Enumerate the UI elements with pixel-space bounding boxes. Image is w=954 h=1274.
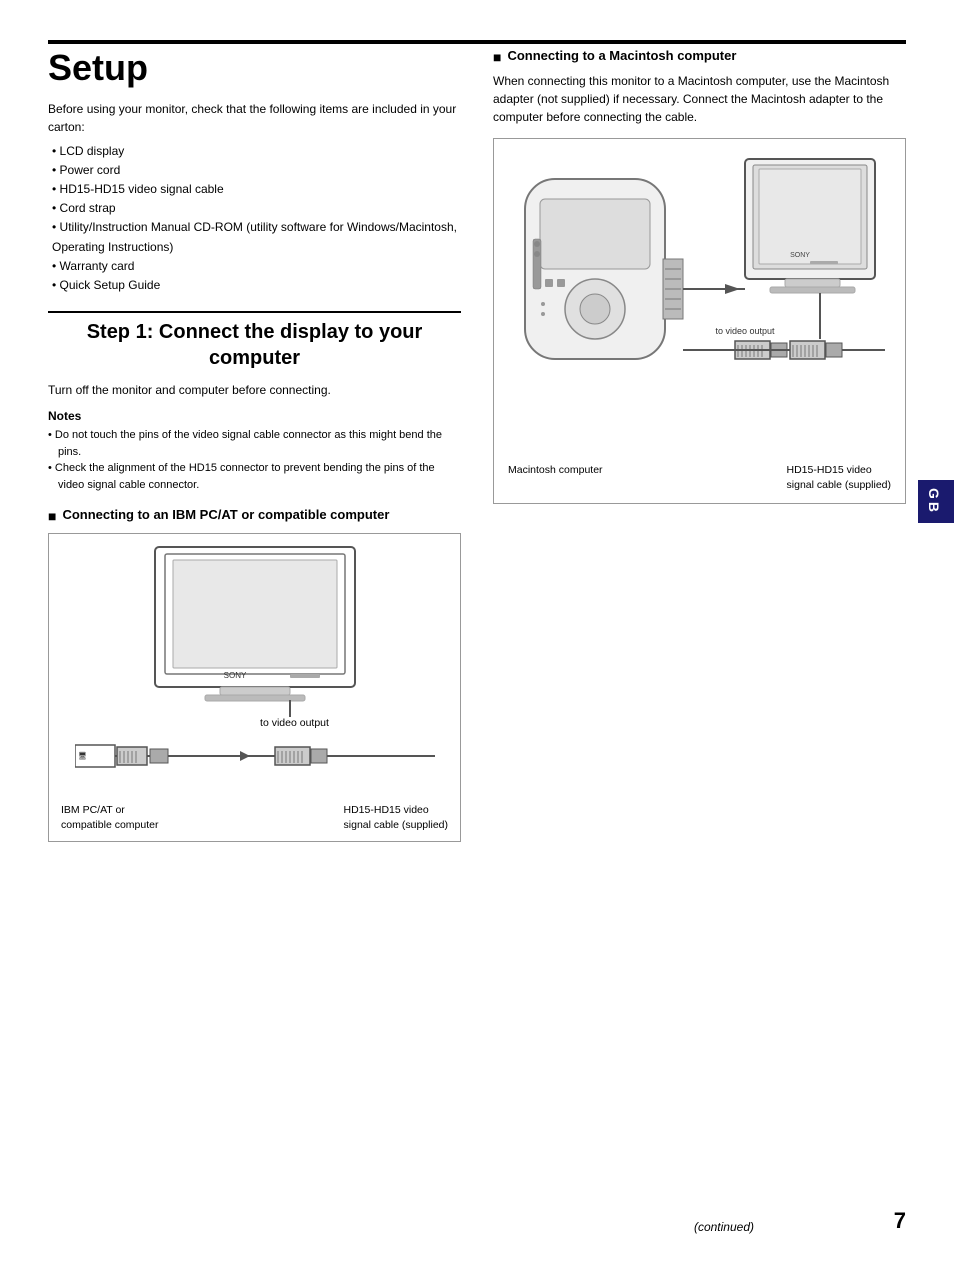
mac-diagram: SONY <box>504 149 895 492</box>
page: Setup Before using your monitor, check t… <box>0 0 954 1274</box>
ibm-monitor-svg: SONY <box>135 542 375 717</box>
svg-text:SONY: SONY <box>223 671 246 680</box>
page-number: 7 <box>894 1208 906 1234</box>
ibm-connector-svg: 🖥 <box>75 731 435 796</box>
section-divider <box>48 311 461 313</box>
ibm-cable-label: HD15-HD15 videosignal cable (supplied) <box>344 803 448 832</box>
items-list: LCD display Power cord HD15-HD15 video s… <box>52 142 461 296</box>
ibm-cable-area: to video output 🖥 <box>75 717 435 797</box>
list-item: Utility/Instruction Manual CD-ROM (utili… <box>52 218 461 256</box>
gb-badge: GB <box>918 480 954 523</box>
list-item: Power cord <box>52 161 461 180</box>
svg-text:SONY: SONY <box>790 252 810 259</box>
svg-text:🖥: 🖥 <box>78 752 87 760</box>
mac-labels: Macintosh computer HD15-HD15 videosignal… <box>504 463 895 492</box>
list-item: Cord strap <box>52 199 461 218</box>
ibm-section-heading: Connecting to an IBM PC/AT or compatible… <box>48 507 461 525</box>
note-item: Check the alignment of the HD15 connecto… <box>48 460 461 493</box>
top-rule <box>48 40 906 44</box>
mac-section-heading: Connecting to a Macintosh computer <box>493 48 906 66</box>
main-layout: Setup Before using your monitor, check t… <box>48 48 906 852</box>
intro-text: Before using your monitor, check that th… <box>48 100 461 136</box>
left-column: Setup Before using your monitor, check t… <box>48 48 461 852</box>
ibm-to-video-label: to video output <box>155 717 435 729</box>
mac-computer-label: Macintosh computer <box>508 463 603 492</box>
note-item: Do not touch the pins of the video signa… <box>48 427 461 460</box>
list-item: Quick Setup Guide <box>52 276 461 295</box>
list-item: Warranty card <box>52 257 461 276</box>
notes-heading: Notes <box>48 409 461 423</box>
mac-cable-label: HD15-HD15 videosignal cable (supplied) <box>787 463 891 492</box>
mac-intro: When connecting this monitor to a Macint… <box>493 72 906 126</box>
mac-diagram-container: SONY <box>493 138 906 503</box>
mac-diagram-svg: SONY <box>515 149 885 459</box>
page-title: Setup <box>48 48 461 88</box>
notes-list: Do not touch the pins of the video signa… <box>48 427 461 493</box>
continued-text: (continued) <box>694 1220 754 1234</box>
ibm-labels: IBM PC/AT orcompatible computer HD15-HD1… <box>57 803 452 832</box>
step1-desc: Turn off the monitor and computer before… <box>48 381 461 399</box>
ibm-diagram: SONY to video output <box>57 542 452 832</box>
list-item: LCD display <box>52 142 461 161</box>
ibm-computer-label: IBM PC/AT orcompatible computer <box>61 803 158 832</box>
list-item: HD15-HD15 video signal cable <box>52 180 461 199</box>
svg-text:to video output: to video output <box>715 326 775 336</box>
right-column: Connecting to a Macintosh computer When … <box>493 48 906 852</box>
step1-title: Step 1: Connect the display to your comp… <box>48 319 461 371</box>
ibm-diagram-container: SONY to video output <box>48 533 461 841</box>
